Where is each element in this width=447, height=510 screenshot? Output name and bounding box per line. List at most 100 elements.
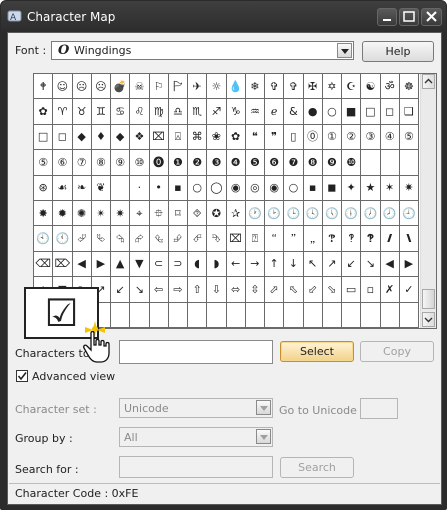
character-cell[interactable]: ▪ — [303, 175, 323, 201]
character-cell[interactable]: ⮰ — [72, 226, 92, 252]
character-cell[interactable]: ♍ — [149, 99, 169, 125]
character-cell[interactable]: 🕙 — [34, 226, 54, 252]
character-cell[interactable]: 🕈 — [34, 74, 54, 100]
character-cell[interactable]: ✿ — [226, 124, 246, 151]
character-cell[interactable]: ◻ — [380, 99, 400, 125]
character-cell[interactable]: ❾ — [322, 150, 342, 176]
character-cell[interactable]: ♦ — [91, 124, 111, 151]
advanced-view-label[interactable]: Advanced view — [32, 370, 115, 383]
character-cell[interactable]: ⍰ — [245, 226, 265, 252]
character-cell[interactable] — [188, 302, 208, 328]
character-cell[interactable]: ♋ — [111, 99, 131, 125]
character-cell[interactable]: ⌑ — [168, 200, 188, 227]
character-cell[interactable]: ⬃ — [303, 277, 323, 303]
character-cell[interactable]: ② — [342, 124, 362, 151]
character-cell[interactable]: ○ — [322, 99, 342, 125]
character-cell[interactable]: ◼ — [322, 175, 342, 201]
character-cell[interactable]: ⇦ — [149, 277, 169, 303]
character-cell[interactable]: 🏱 — [168, 74, 188, 100]
character-cell[interactable]: ॐ — [380, 74, 400, 100]
character-cell[interactable]: ⬄ — [226, 277, 246, 303]
character-cell[interactable] — [265, 302, 285, 328]
select-button[interactable]: Select — [280, 341, 354, 362]
character-cell[interactable]: ◆ — [111, 124, 131, 151]
character-cell[interactable] — [342, 302, 362, 328]
character-cell[interactable]: ● — [303, 99, 323, 125]
character-cell[interactable]: ❞ — [265, 124, 285, 151]
character-cell[interactable]: ① — [322, 124, 342, 151]
character-cell[interactable] — [399, 150, 419, 176]
character-cell[interactable]: ♈ — [53, 99, 73, 125]
character-cell[interactable]: ⮵ — [168, 226, 188, 252]
characters-to-copy-input[interactable] — [119, 340, 273, 364]
character-cell[interactable]: ☼ — [207, 74, 227, 100]
character-cell[interactable]: ⑥ — [53, 150, 73, 176]
character-cell[interactable]: □ — [361, 99, 381, 125]
character-cell[interactable]: ⑧ — [91, 150, 111, 176]
character-cell[interactable]: 🕘 — [399, 200, 419, 227]
character-cell[interactable]: ⮷ — [207, 226, 227, 252]
character-cell[interactable]: ✺ — [72, 200, 92, 227]
character-cell[interactable] — [245, 302, 265, 328]
character-cell[interactable]: ❷ — [188, 150, 208, 176]
character-cell[interactable]: ♏ — [188, 99, 208, 125]
character-cell[interactable] — [130, 302, 150, 328]
character-cell[interactable]: 🕓 — [303, 200, 323, 227]
character-cell[interactable]: ✪ — [207, 200, 227, 227]
character-cell[interactable]: ❦ — [91, 175, 111, 201]
character-cell[interactable] — [303, 302, 323, 328]
character-cell[interactable]: ◀ — [380, 251, 400, 278]
character-cell[interactable]: ■ — [342, 99, 362, 125]
character-cell[interactable]: ☺ — [53, 74, 73, 100]
close-button[interactable] — [421, 8, 442, 26]
minimize-button[interactable] — [377, 8, 397, 26]
scroll-up-arrow[interactable] — [422, 74, 435, 89]
search-input[interactable] — [119, 456, 273, 478]
character-cell[interactable]: ◀ — [72, 251, 92, 278]
search-button[interactable]: Search — [280, 457, 354, 478]
character-cell[interactable]: ✷ — [399, 175, 419, 201]
character-cell[interactable]: 🕗 — [380, 200, 400, 227]
character-cell[interactable]: & — [284, 99, 304, 125]
character-cell[interactable]: ❹ — [226, 150, 246, 176]
character-cell[interactable]: ❼ — [284, 150, 304, 176]
character-cell[interactable]: ♌ — [130, 99, 150, 125]
character-cell[interactable]: ✡ — [322, 74, 342, 100]
character-cell[interactable] — [361, 302, 381, 328]
character-cell[interactable]: ❄ — [245, 74, 265, 100]
character-cell[interactable]: ⑩ — [130, 150, 150, 176]
character-cell[interactable]: · — [130, 175, 150, 201]
character-cell[interactable]: 🙹 — [322, 226, 342, 252]
character-cell[interactable]: ▲ — [111, 251, 131, 278]
character-cell[interactable]: ♒ — [245, 99, 265, 125]
character-cell[interactable]: ☪ — [342, 74, 362, 100]
character-cell[interactable]: ↙ — [111, 277, 131, 303]
character-cell[interactable]: ▫ — [361, 277, 381, 303]
vertical-scrollbar[interactable] — [420, 74, 436, 328]
character-cell[interactable]: → — [245, 251, 265, 278]
character-cell[interactable]: ↓ — [284, 251, 304, 278]
character-cell[interactable]: ⓿ — [149, 150, 169, 176]
character-cell[interactable] — [226, 302, 246, 328]
character-cell[interactable]: ▼ — [130, 251, 150, 278]
character-cell[interactable]: ⮶ — [188, 226, 208, 252]
character-cell[interactable]: ⌧ — [226, 226, 246, 252]
character-cell[interactable]: ○ — [284, 175, 304, 201]
character-cell[interactable]: ❿ — [342, 150, 362, 176]
character-cell[interactable]: ⌘ — [188, 124, 208, 151]
character-cell[interactable]: ⌦ — [53, 251, 73, 278]
character-cell[interactable]: ★ — [361, 175, 381, 201]
title-bar[interactable]: A Character Map — [1, 1, 446, 32]
character-cell[interactable]: ↙ — [342, 251, 362, 278]
character-cell[interactable]: ⮳ — [130, 226, 150, 252]
advanced-view-checkbox[interactable] — [16, 370, 28, 382]
character-cell[interactable]: ◉ — [265, 175, 285, 201]
character-cell[interactable]: ⌖ — [130, 200, 150, 227]
character-cell[interactable]: ↘ — [130, 277, 150, 303]
character-cell[interactable]: 🕚 — [53, 226, 73, 252]
character-cell[interactable]: ⇧ — [188, 277, 208, 303]
character-cell[interactable]: ⯐ — [149, 200, 169, 227]
group-by-dropdown[interactable]: All — [119, 427, 273, 447]
character-cell[interactable]: ◻ — [53, 124, 73, 151]
chevron-down-icon[interactable] — [256, 429, 271, 444]
